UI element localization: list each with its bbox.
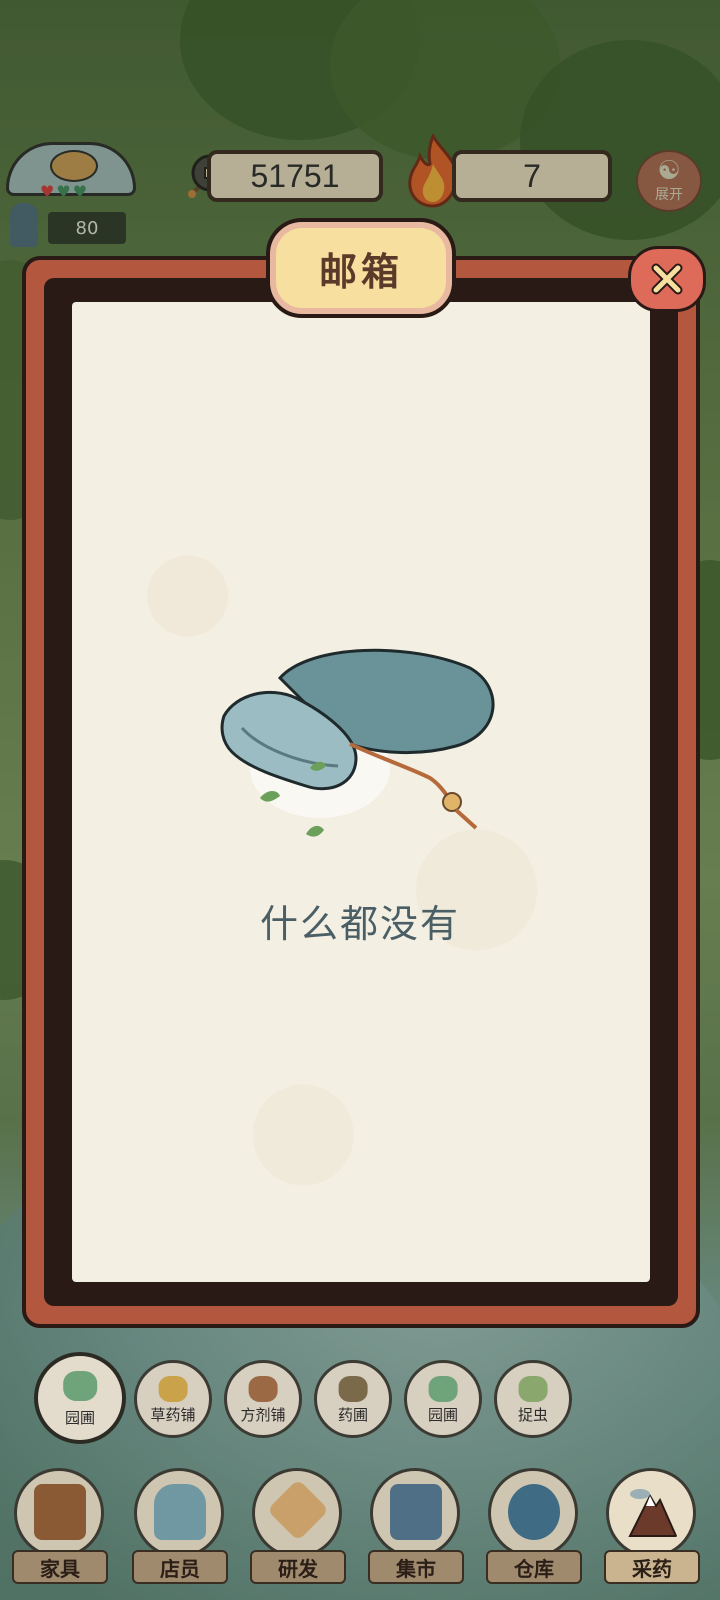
bundle-icon: [508, 1484, 560, 1540]
category-label: 药圃: [337, 1405, 368, 1424]
nav-label: 店员: [132, 1550, 228, 1584]
category-label: 捉虫: [517, 1405, 548, 1424]
sprout-icon: [338, 1375, 368, 1402]
mountain-icon: [628, 1489, 678, 1537]
category-label: 园圃: [427, 1405, 458, 1424]
nav-gather-herbs[interactable]: 采药: [600, 1462, 704, 1586]
nav-clerk[interactable]: 店员: [128, 1462, 232, 1586]
category-tab-catch-bugs[interactable]: 捉虫: [494, 1360, 572, 1438]
leaf-bundle-icon: [428, 1375, 458, 1402]
mailbox-title-plate: 邮箱: [266, 218, 456, 318]
bug-plant-icon: [518, 1375, 548, 1402]
category-label: 草药铺: [150, 1405, 196, 1424]
nav-research[interactable]: 研发: [246, 1462, 350, 1586]
nav-warehouse[interactable]: 仓库: [482, 1462, 586, 1586]
close-button[interactable]: [628, 246, 706, 312]
empty-pouch-icon: [220, 648, 495, 837]
bottom-navigation: 家具 店员 研发 集市 仓库 采药: [0, 1462, 720, 1592]
mailbox-title: 邮箱: [318, 248, 403, 294]
category-tab-prescription-shop[interactable]: 方剂铺: [224, 1360, 302, 1438]
category-label: 园圃: [64, 1409, 95, 1428]
mortar-icon: [248, 1375, 278, 1402]
nav-label: 仓库: [486, 1550, 582, 1584]
category-tab-garden-2[interactable]: 园圃: [404, 1360, 482, 1438]
category-row: 园圃 草药铺 方剂铺 药圃 园圃 捉虫: [30, 1352, 572, 1446]
nav-label: 集市: [368, 1550, 464, 1584]
nav-market[interactable]: 集市: [364, 1462, 468, 1586]
empty-state-text: 什么都没有: [259, 902, 460, 946]
nav-furniture[interactable]: 家具: [8, 1462, 112, 1586]
chair-icon: [34, 1484, 86, 1540]
herb-basket-icon: [158, 1375, 188, 1402]
leaf-bundle-icon: [63, 1371, 97, 1402]
category-tab-herb-garden[interactable]: 药圃: [314, 1360, 392, 1438]
nav-label: 研发: [250, 1550, 346, 1584]
nav-label: 家具: [12, 1550, 108, 1584]
close-icon: [651, 263, 683, 295]
clerk-icon: [154, 1484, 206, 1540]
category-tab-herb-shop[interactable]: 草药铺: [134, 1360, 212, 1438]
banner-icon: [390, 1484, 442, 1540]
category-label: 方剂铺: [240, 1405, 286, 1424]
nav-label: 采药: [604, 1550, 700, 1584]
category-tab-garden[interactable]: 园圃: [34, 1352, 126, 1444]
